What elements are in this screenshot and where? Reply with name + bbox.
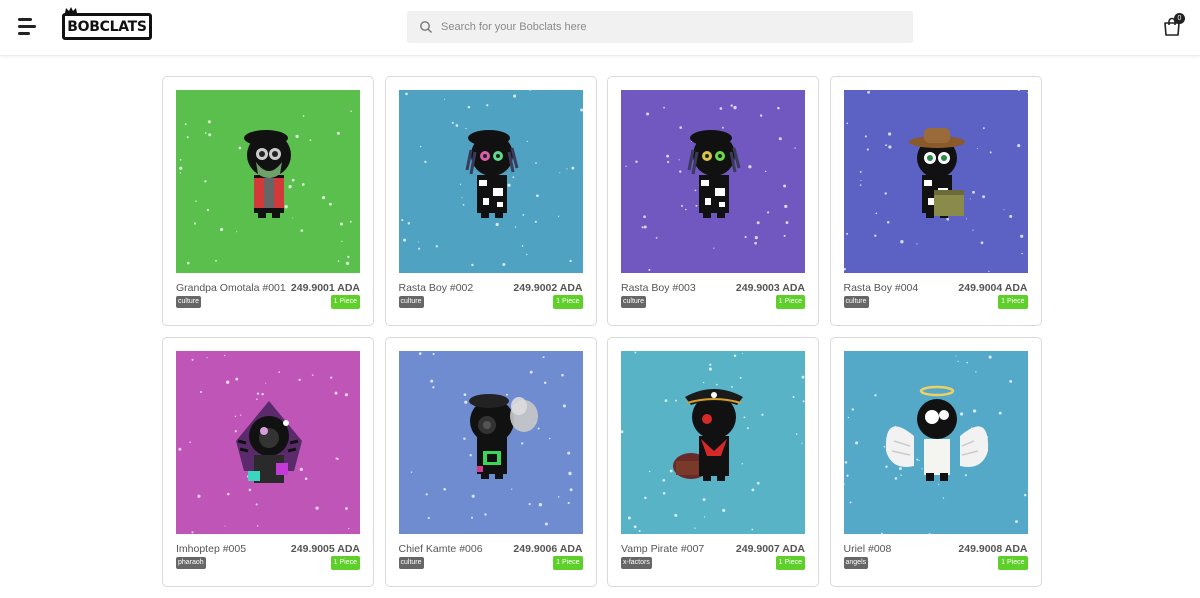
product-name: Uriel #008 (843, 543, 892, 555)
search-bar (407, 11, 913, 43)
product-price: 249.9007 ADA (735, 543, 805, 555)
product-card[interactable]: Uriel #008 249.9008 ADA angels 1 Piece (829, 337, 1042, 587)
category-tag[interactable]: culture (398, 296, 424, 308)
quantity-badge: 1 Piece (330, 295, 360, 309)
quantity-badge: 1 Piece (330, 556, 360, 570)
cart-count-badge: 0 (1174, 13, 1185, 24)
quantity-badge: 1 Piece (775, 295, 805, 309)
nft-image[interactable] (176, 351, 360, 534)
category-tag[interactable]: culture (621, 296, 647, 308)
category-tag[interactable]: x-factors (621, 557, 652, 569)
product-price: 249.9008 ADA (958, 543, 1028, 555)
nft-image[interactable] (176, 90, 360, 273)
product-name: Vamp Pirate #007 (621, 543, 705, 555)
product-name: Grandpa Omotala #001 (176, 282, 286, 294)
quantity-badge: 1 Piece (998, 295, 1028, 309)
product-price: 249.9006 ADA (513, 543, 583, 555)
category-tag[interactable]: culture (176, 296, 202, 308)
product-price: 249.9005 ADA (290, 543, 360, 555)
category-tag[interactable]: culture (843, 296, 869, 308)
nft-image[interactable] (843, 90, 1028, 273)
nft-image[interactable] (843, 351, 1028, 534)
product-name: Imhoptep #005 (176, 543, 247, 555)
nft-image[interactable] (621, 90, 805, 273)
product-name: Rasta Boy #002 (398, 282, 474, 294)
category-tag[interactable]: angels (843, 557, 869, 569)
product-card[interactable]: Rasta Boy #004 249.9004 ADA culture 1 Piece (829, 76, 1042, 326)
menu-icon[interactable] (18, 18, 40, 36)
product-name: Rasta Boy #004 (843, 282, 919, 294)
product-card[interactable]: Chief Kamte #006 249.9006 ADA culture 1 Pie… (384, 337, 597, 587)
category-tag[interactable]: culture (398, 557, 424, 569)
product-card[interactable]: Rasta Boy #003 249.9003 ADA culture 1 Piece (607, 76, 819, 326)
nft-image[interactable] (621, 351, 805, 534)
quantity-badge: 1 Piece (553, 556, 583, 570)
product-card[interactable]: Vamp Pirate #007 249.9007 ADA x-factors 1 P… (607, 337, 819, 587)
category-tag[interactable]: pharaoh (176, 557, 206, 569)
quantity-badge: 1 Piece (998, 556, 1028, 570)
quantity-badge: 1 Piece (775, 556, 805, 570)
nft-image[interactable] (398, 351, 583, 534)
top-header: BOBCLATS 0 (0, 0, 1200, 56)
product-card[interactable]: Imhoptep #005 249.9005 ADA pharaoh 1 Piece (162, 337, 374, 587)
search-icon (420, 21, 432, 33)
product-price: 249.9003 ADA (735, 282, 805, 294)
product-name: Rasta Boy #003 (621, 282, 696, 294)
product-price: 249.9002 ADA (513, 282, 583, 294)
product-name: Chief Kamte #006 (398, 543, 483, 555)
product-price: 249.9001 ADA (290, 282, 360, 294)
product-card[interactable]: Grandpa Omotala #001 249.9001 ADA culture 1… (162, 76, 374, 326)
product-price: 249.9004 ADA (958, 282, 1028, 294)
product-grid: Grandpa Omotala #001 249.9001 ADA culture 1… (162, 76, 1042, 587)
nft-image[interactable] (398, 90, 583, 273)
search-input[interactable] (441, 11, 901, 43)
product-card[interactable]: Rasta Boy #002 249.9002 ADA culture 1 Piece (384, 76, 597, 326)
quantity-badge: 1 Piece (553, 295, 583, 309)
bobclats-logo[interactable]: BOBCLATS (62, 13, 152, 40)
